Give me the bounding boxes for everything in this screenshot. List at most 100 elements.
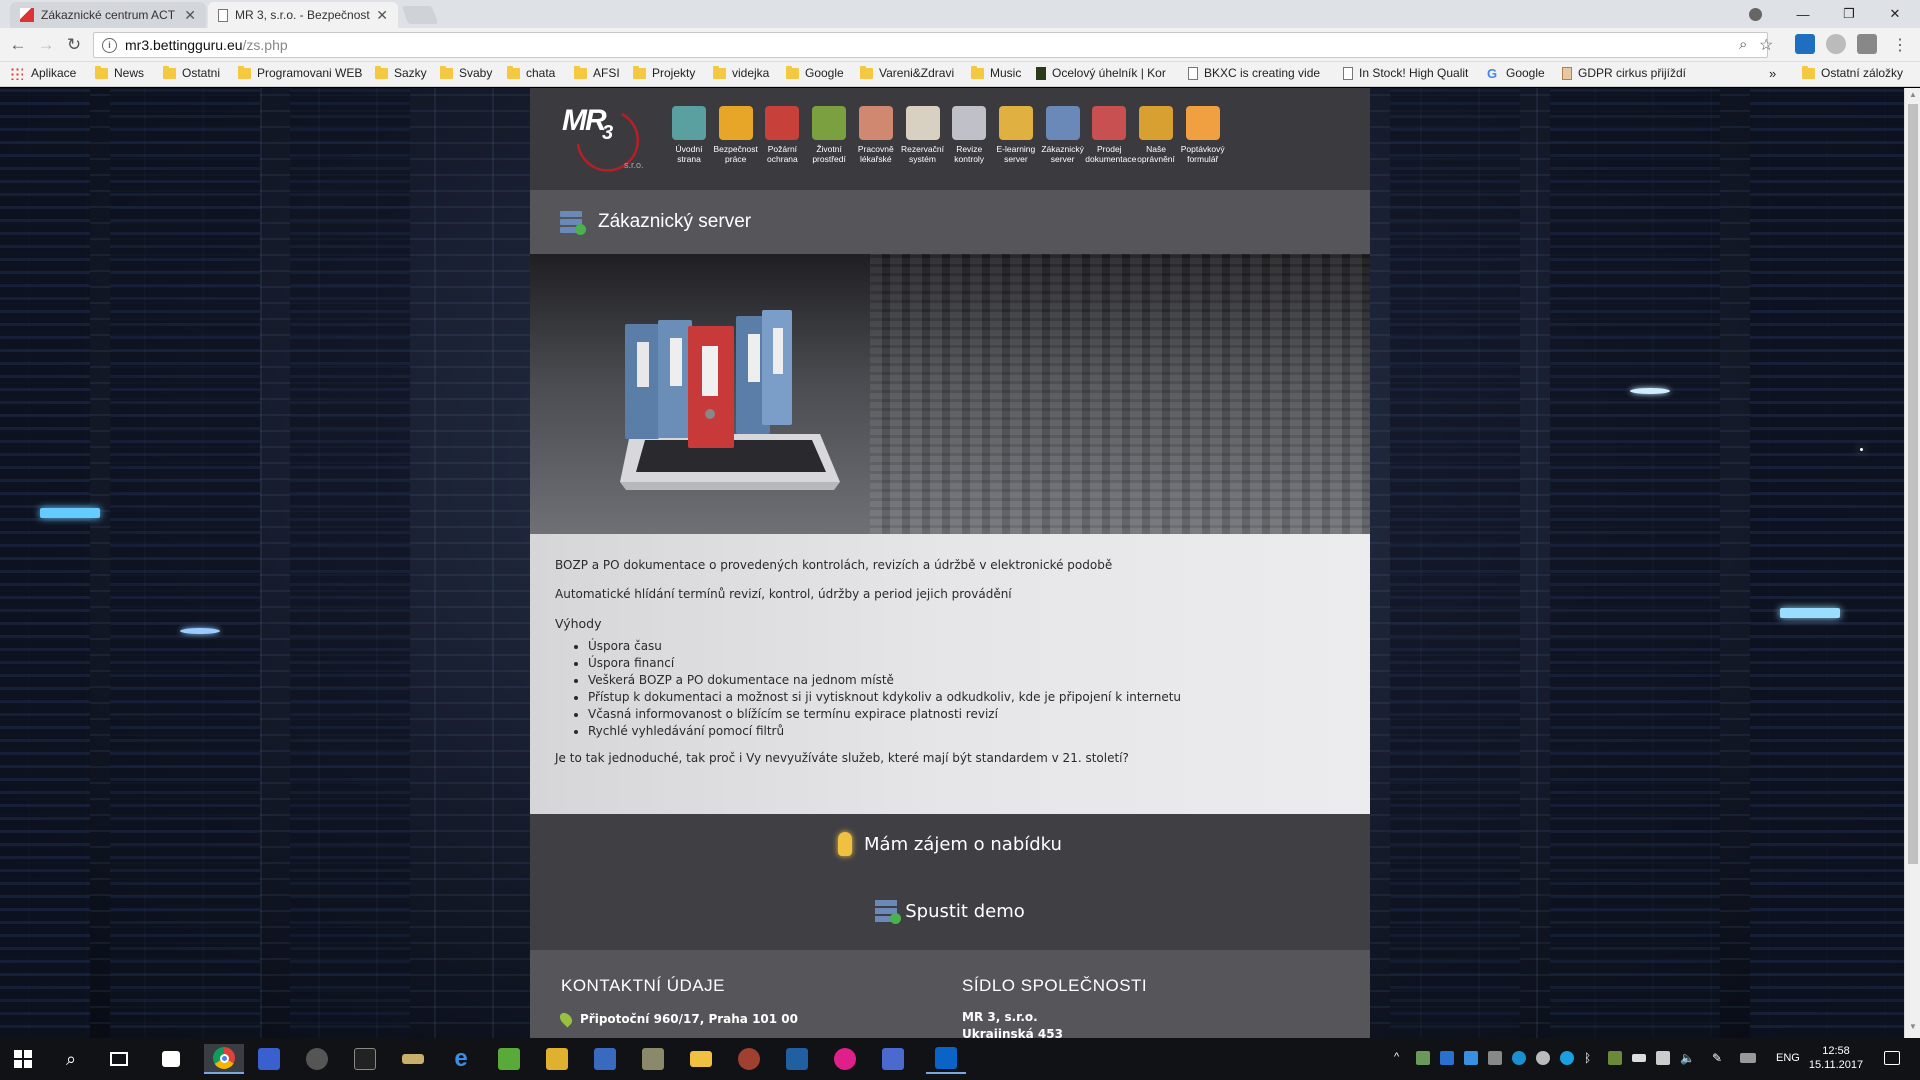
bookmark-page[interactable]: Ocelový úhelník | Kor xyxy=(1036,66,1166,80)
network-app-icon[interactable] xyxy=(878,1044,908,1074)
reload-icon[interactable]: ↻ xyxy=(62,33,86,57)
bookmark-page[interactable]: In Stock! High Qualit xyxy=(1343,66,1468,80)
app-icon[interactable] xyxy=(494,1044,524,1074)
app-icon[interactable] xyxy=(782,1044,812,1074)
volume-icon[interactable]: 🔈 xyxy=(1680,1051,1695,1065)
chrome-icon[interactable] xyxy=(204,1044,244,1074)
close-icon[interactable]: ✕ xyxy=(184,7,196,24)
battery-icon[interactable] xyxy=(1632,1054,1646,1062)
nav-item-7[interactable]: E-learning server xyxy=(992,106,1040,164)
bookmark-apps[interactable]: Aplikace xyxy=(10,66,76,80)
tray-icon[interactable] xyxy=(1608,1051,1622,1065)
new-tab-button[interactable] xyxy=(401,6,439,24)
minimize-button[interactable]: — xyxy=(1780,0,1826,28)
app-icon[interactable] xyxy=(590,1044,620,1074)
app-icon[interactable] xyxy=(542,1044,572,1074)
nav-item-6[interactable]: Revize kontroly xyxy=(945,106,993,164)
app-icon[interactable] xyxy=(638,1044,668,1074)
offer-button[interactable]: Mám zájem o nabídku xyxy=(530,832,1370,856)
bookmark-folder[interactable]: Ostatni xyxy=(163,65,220,80)
keyboard-icon[interactable] xyxy=(1740,1053,1756,1063)
profile-icon[interactable] xyxy=(1732,0,1778,28)
menu-icon[interactable]: ⋮ xyxy=(1888,33,1912,57)
close-icon[interactable]: ✕ xyxy=(376,7,388,24)
extension-icon[interactable] xyxy=(1795,34,1815,54)
star-icon[interactable]: ☆ xyxy=(1759,35,1773,55)
tab-zakaznicke-centrum[interactable]: Zákaznické centrum ACT ✕ xyxy=(10,2,206,28)
nav-item-label: Rezervační systém xyxy=(901,144,944,164)
mr3-logo[interactable]: MR 3 s.r.o. xyxy=(560,100,660,180)
chevron-up-icon[interactable]: ^ xyxy=(1394,1051,1408,1065)
outlook-icon[interactable] xyxy=(926,1044,966,1074)
language-indicator[interactable]: ENG xyxy=(1776,1052,1800,1064)
app-icon[interactable] xyxy=(398,1044,428,1074)
zoom-search-icon[interactable]: ⌕ xyxy=(1739,36,1747,53)
list-item: Veškerá BOZP a PO dokumentace na jednom … xyxy=(588,673,1345,687)
bookmark-folder[interactable]: News xyxy=(95,65,144,80)
demo-button[interactable]: Spustit demo xyxy=(530,898,1370,924)
search-icon[interactable]: ⌕ xyxy=(56,1044,86,1074)
bookmark-page[interactable]: G Google xyxy=(1487,66,1545,80)
nav-item-3[interactable]: Životní prostředí xyxy=(805,106,853,164)
tray-icon[interactable] xyxy=(1512,1051,1526,1065)
tray-icon[interactable] xyxy=(1416,1051,1430,1065)
nav-item-11[interactable]: Poptávkový formulář xyxy=(1179,106,1227,164)
skype-icon[interactable] xyxy=(1560,1051,1574,1065)
info-icon[interactable]: i xyxy=(102,37,117,53)
nav-item-5[interactable]: Rezervační systém xyxy=(899,106,947,164)
bookmark-page[interactable]: BKXC is creating vide xyxy=(1188,66,1320,80)
file-explorer-icon[interactable] xyxy=(686,1044,716,1074)
nav-item-0[interactable]: Úvodní strana xyxy=(665,106,713,164)
forward-icon[interactable]: → xyxy=(34,33,58,57)
bookmark-folder[interactable]: chata xyxy=(507,65,555,80)
tray-icon[interactable] xyxy=(1488,1051,1502,1065)
address-bar[interactable]: i mr3.bettingguru.eu/zs.php ⌕ ☆ xyxy=(93,32,1773,58)
seat-street: Ukrajinská 453 xyxy=(962,1027,1063,1038)
nav-item-8[interactable]: Zákaznický server xyxy=(1039,106,1087,164)
cast-icon[interactable] xyxy=(1857,34,1877,54)
nav-item-1[interactable]: Bezpečnost práce xyxy=(712,106,760,164)
back-icon[interactable]: ← xyxy=(6,33,30,57)
bookmark-folder[interactable]: Programovani WEB xyxy=(238,65,362,80)
keepass-icon[interactable] xyxy=(302,1044,332,1074)
nav-item-10[interactable]: Naše oprávnění xyxy=(1132,106,1180,164)
bluetooth-icon[interactable]: ᛒ xyxy=(1584,1051,1598,1065)
pen-icon[interactable]: ✎ xyxy=(1712,1051,1726,1065)
scroll-down-icon[interactable]: ▼ xyxy=(1905,1022,1920,1036)
windows-start-icon[interactable] xyxy=(8,1044,38,1074)
clock[interactable]: 12:58 15.11.2017 xyxy=(1808,1044,1864,1072)
page-scrollbar[interactable]: ▲ ▼ xyxy=(1904,88,1920,1038)
scroll-thumb[interactable] xyxy=(1908,104,1918,864)
internet-explorer-icon[interactable]: e xyxy=(446,1044,476,1074)
bookmark-folder[interactable]: AFSI xyxy=(574,65,620,80)
bookmark-folder[interactable]: Projekty xyxy=(633,65,695,80)
bookmarks-overflow-button[interactable]: » xyxy=(1769,66,1776,81)
extension-icon[interactable] xyxy=(1826,34,1846,54)
bookmark-folder[interactable]: Sazky xyxy=(375,65,427,80)
notifications-icon[interactable] xyxy=(1884,1051,1900,1065)
bookmark-folder[interactable]: Music xyxy=(971,65,1021,80)
tray-icon[interactable] xyxy=(1440,1051,1454,1065)
bookmark-folder[interactable]: Google xyxy=(786,65,844,80)
nav-item-4[interactable]: Pracovně lékařské xyxy=(852,106,900,164)
app-icon[interactable] xyxy=(830,1044,860,1074)
restore-button[interactable]: ❐ xyxy=(1826,0,1872,28)
save-app-icon[interactable] xyxy=(254,1044,284,1074)
tray-icon[interactable] xyxy=(1464,1051,1478,1065)
nav-item-2[interactable]: Požární ochrana xyxy=(758,106,806,164)
task-view-icon[interactable] xyxy=(104,1044,134,1074)
bookmark-folder[interactable]: Vareni&Zdravi xyxy=(860,65,954,80)
store-icon[interactable] xyxy=(156,1044,186,1074)
tab-mr3[interactable]: MR 3, s.r.o. - Bezpečnost ✕ xyxy=(208,2,398,28)
nav-item-9[interactable]: Prodej dokumentace xyxy=(1085,106,1136,164)
bookmark-page[interactable]: GDPR cirkus přijíždí xyxy=(1562,66,1686,80)
app-icon[interactable] xyxy=(734,1044,764,1074)
terminal-icon[interactable] xyxy=(350,1044,380,1074)
cloud-icon[interactable] xyxy=(1536,1051,1550,1065)
scroll-up-icon[interactable]: ▲ xyxy=(1905,90,1920,104)
bookmark-folder[interactable]: videjka xyxy=(713,65,769,80)
bookmark-folder[interactable]: Svaby xyxy=(440,65,492,80)
other-bookmarks[interactable]: Ostatní záložky xyxy=(1802,65,1903,80)
close-window-button[interactable]: ✕ xyxy=(1872,0,1918,28)
network-icon[interactable] xyxy=(1656,1051,1670,1065)
